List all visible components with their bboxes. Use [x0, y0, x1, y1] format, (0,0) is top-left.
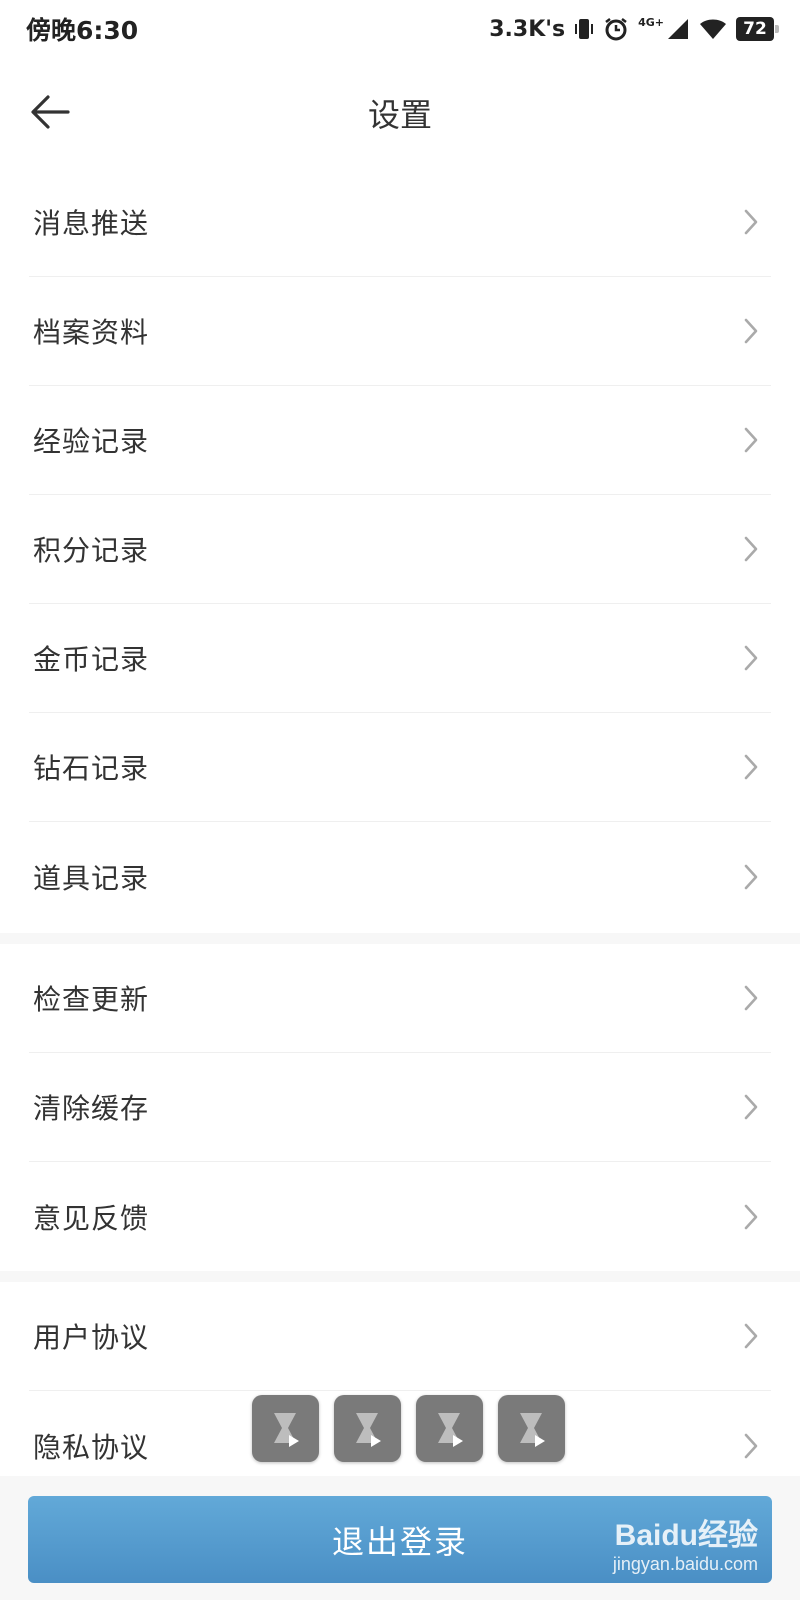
menu-item-label: 用户协议 [33, 1321, 150, 1354]
menu-item-label: 档案资料 [33, 316, 150, 349]
menu-item-experience-record[interactable]: 经验记录 [29, 386, 771, 495]
status-bar: 傍晚6:30 3.3K's 4G+ 72 [0, 0, 800, 58]
signal-icon: 4G+ [638, 17, 690, 41]
section-divider [0, 933, 800, 944]
menu-item-push-notifications[interactable]: 消息推送 [29, 168, 771, 277]
media-thumbnail-strip [252, 1395, 565, 1462]
chevron-right-icon [739, 1433, 763, 1458]
header: 设置 [0, 58, 800, 168]
menu-item-label: 积分记录 [33, 534, 150, 567]
menu-item-items-record[interactable]: 道具记录 [29, 822, 771, 931]
menu-item-label: 意见反馈 [33, 1201, 150, 1235]
hourglass-play-icon[interactable] [416, 1395, 483, 1462]
chevron-right-icon [739, 1204, 763, 1229]
menu-item-coins-record[interactable]: 金币记录 [29, 604, 771, 713]
menu-item-label: 消息推送 [33, 207, 150, 240]
menu-item-label: 道具记录 [33, 861, 150, 895]
hourglass-play-icon[interactable] [498, 1395, 565, 1462]
chevron-right-icon [739, 427, 763, 453]
baidu-watermark: Baidu经验 jingyan.baidu.com [613, 1510, 758, 1575]
network-type-label: 4G+ [638, 16, 664, 29]
menu-item-label: 隐私协议 [33, 1430, 150, 1464]
menu-item-label: 金币记录 [33, 643, 150, 676]
menu-item-user-agreement[interactable]: 用户协议 [29, 1282, 771, 1391]
page-title: 设置 [367, 96, 432, 134]
chevron-right-icon [739, 1323, 763, 1349]
chevron-right-icon [739, 209, 763, 235]
chevron-right-icon [739, 754, 763, 780]
menu-item-points-record[interactable]: 积分记录 [29, 495, 771, 604]
net-speed: 3.3K's [489, 16, 566, 42]
menu-item-label: 钻石记录 [33, 752, 150, 785]
watermark-logo: Baidu经验 [614, 1519, 758, 1552]
settings-group-app: 检查更新 清除缓存 意见反馈 [0, 944, 800, 1271]
menu-item-label: 检查更新 [33, 983, 150, 1016]
alarm-icon [603, 16, 629, 42]
chevron-right-icon [739, 985, 763, 1011]
chevron-right-icon [739, 1094, 763, 1120]
chevron-right-icon [739, 318, 763, 344]
hourglass-play-icon[interactable] [252, 1395, 319, 1462]
settings-group-records: 消息推送 档案资料 经验记录 积分记录 金币记录 钻石记录 道具记录 [0, 168, 800, 933]
menu-item-feedback[interactable]: 意见反馈 [29, 1162, 771, 1271]
menu-item-profile[interactable]: 档案资料 [29, 277, 771, 386]
menu-item-check-update[interactable]: 检查更新 [29, 944, 771, 1053]
status-time: 傍晚6:30 [26, 16, 139, 45]
chevron-right-icon [739, 864, 763, 889]
menu-item-clear-cache[interactable]: 清除缓存 [29, 1053, 771, 1162]
chevron-right-icon [739, 536, 763, 562]
vibrate-icon [574, 17, 594, 41]
watermark-url: jingyan.baidu.com [612, 1554, 758, 1574]
chevron-right-icon [739, 645, 763, 671]
section-divider [0, 1271, 800, 1282]
menu-item-label: 清除缓存 [33, 1092, 150, 1125]
menu-item-label: 经验记录 [33, 425, 150, 458]
menu-item-diamonds-record[interactable]: 钻石记录 [29, 713, 771, 822]
status-icons: 3.3K's 4G+ 72 [489, 16, 779, 42]
battery-icon: 72 [736, 17, 779, 41]
hourglass-play-icon[interactable] [334, 1395, 401, 1462]
wifi-icon [699, 18, 727, 40]
